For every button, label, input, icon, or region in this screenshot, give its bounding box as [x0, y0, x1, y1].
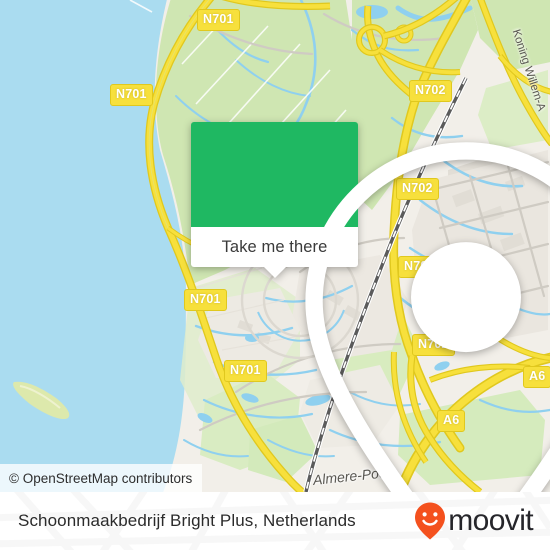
footer-bar: Schoonmaakbedrijf Bright Plus, Netherlan…	[0, 492, 550, 550]
page-title: Schoonmaakbedrijf Bright Plus, Netherlan…	[18, 511, 356, 530]
road-shield-n702-north: N702	[409, 80, 452, 102]
popup-image-area	[191, 122, 550, 492]
location-popup-card[interactable]: Take me there	[191, 122, 550, 492]
moovit-brand[interactable]: moovit	[414, 501, 534, 541]
moovit-map-screenshot: N701 N701 N702 N702 N702 N701 N702 N701 …	[0, 0, 550, 550]
map-canvas[interactable]: N701 N701 N702 N702 N702 N701 N702 N701 …	[0, 0, 550, 492]
map-attribution[interactable]: © OpenStreetMap contributors	[0, 464, 203, 492]
road-shield-n701-north: N701	[197, 9, 240, 31]
road-shield-n701-west: N701	[110, 84, 153, 106]
footer-content: Schoonmaakbedrijf Bright Plus, Netherlan…	[0, 492, 550, 550]
moovit-pin-smiley-icon	[414, 501, 446, 541]
popup-tail-arrow	[263, 267, 286, 278]
popup-cta-bar[interactable]: Take me there	[191, 227, 358, 278]
attribution-text: © OpenStreetMap contributors	[9, 470, 193, 486]
take-me-there-label: Take me there	[221, 237, 328, 256]
moovit-wordmark: moovit	[448, 504, 533, 537]
